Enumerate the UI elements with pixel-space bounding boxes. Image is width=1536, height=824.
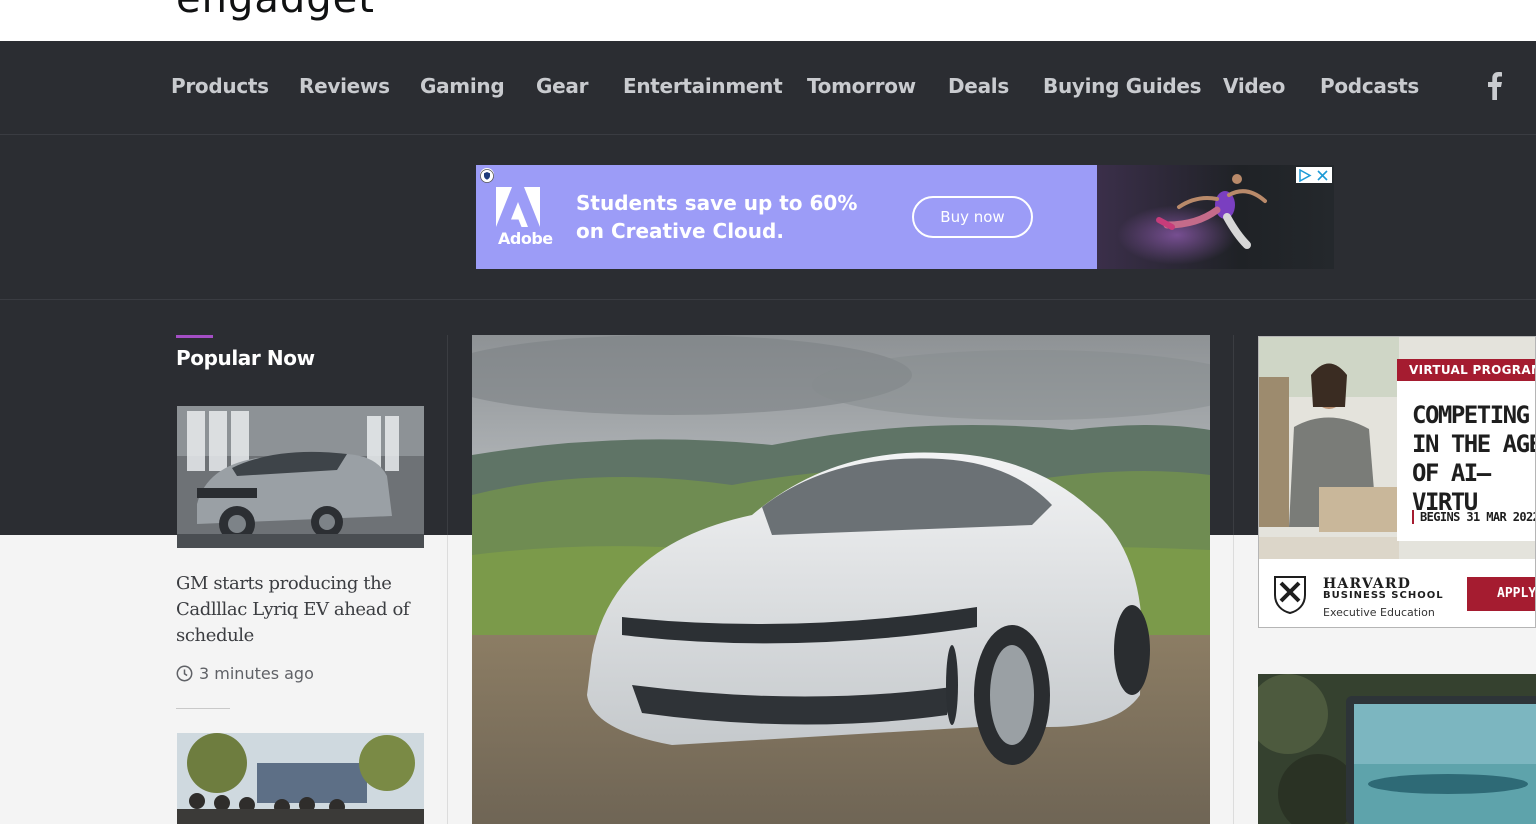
- ad-headline: Students save up to 60% on Creative Clou…: [576, 191, 858, 243]
- ad-privacy-icon[interactable]: [480, 168, 494, 183]
- apply-button[interactable]: APPLY: [1467, 577, 1535, 611]
- harvard-ad[interactable]: VIRTUAL PROGRAM COMPETING IN THE AGE OF …: [1258, 336, 1536, 628]
- nav-item-tomorrow[interactable]: Tomorrow: [807, 74, 916, 98]
- popular-item-thumbnail[interactable]: [177, 733, 424, 824]
- hero-image-car[interactable]: [472, 335, 1210, 824]
- nav-item-deals[interactable]: Deals: [948, 74, 1009, 98]
- site-logo[interactable]: engadget: [176, 0, 375, 22]
- popular-item-timestamp: 3 minutes ago: [176, 664, 314, 683]
- adchoices-icon[interactable]: [1298, 168, 1313, 182]
- ad-title: COMPETING IN THE AGE OF AI–VIRTU: [1412, 401, 1535, 516]
- laptop-ad-image[interactable]: [1258, 674, 1536, 824]
- nav-item-podcasts[interactable]: Podcasts: [1320, 74, 1419, 98]
- harvard-shield-icon: [1274, 576, 1306, 615]
- ad-date: BEGINS 31 MAR 2022: [1412, 510, 1535, 524]
- ad-close-controls[interactable]: [1296, 167, 1332, 183]
- nav-item-buying-guides[interactable]: Buying Guides: [1043, 74, 1202, 98]
- popular-item-headline[interactable]: GM starts producing the Cadlllac Lyriq E…: [176, 571, 416, 649]
- facebook-icon[interactable]: [1488, 72, 1508, 102]
- popular-divider: [176, 708, 230, 709]
- school-subname: BUSINESS SCHOOL: [1323, 590, 1444, 601]
- buy-now-button[interactable]: Buy now: [912, 196, 1033, 238]
- adobe-wordmark: Adobe: [498, 229, 553, 248]
- nav-item-video[interactable]: Video: [1223, 74, 1285, 98]
- column-divider: [447, 335, 448, 535]
- timestamp-text: 3 minutes ago: [199, 664, 314, 683]
- nav-item-products[interactable]: Products: [171, 74, 269, 98]
- top-bar: engadget: [0, 0, 1536, 41]
- adobe-logo: Adobe: [496, 187, 553, 249]
- column-divider: [447, 535, 448, 824]
- nav-item-entertainment[interactable]: Entertainment: [623, 74, 783, 98]
- nav-item-gaming[interactable]: Gaming: [420, 74, 505, 98]
- virtual-program-tag: VIRTUAL PROGRAM: [1397, 359, 1535, 381]
- school-division: Executive Education: [1323, 606, 1435, 619]
- popular-now-heading: Popular Now: [176, 346, 315, 370]
- close-icon[interactable]: [1315, 169, 1330, 182]
- ad-dancer-image: [1097, 165, 1334, 269]
- nav-item-gear[interactable]: Gear: [536, 74, 588, 98]
- adobe-icon: [496, 187, 540, 227]
- adobe-ad-banner[interactable]: Adobe Students save up to 60% on Creativ…: [476, 165, 1334, 269]
- clock-icon: [176, 665, 193, 682]
- popular-accent-bar: [176, 335, 213, 338]
- nav-item-reviews[interactable]: Reviews: [299, 74, 390, 98]
- column-divider: [1233, 535, 1234, 824]
- popular-item-thumbnail[interactable]: [177, 406, 424, 548]
- column-divider: [1233, 335, 1234, 535]
